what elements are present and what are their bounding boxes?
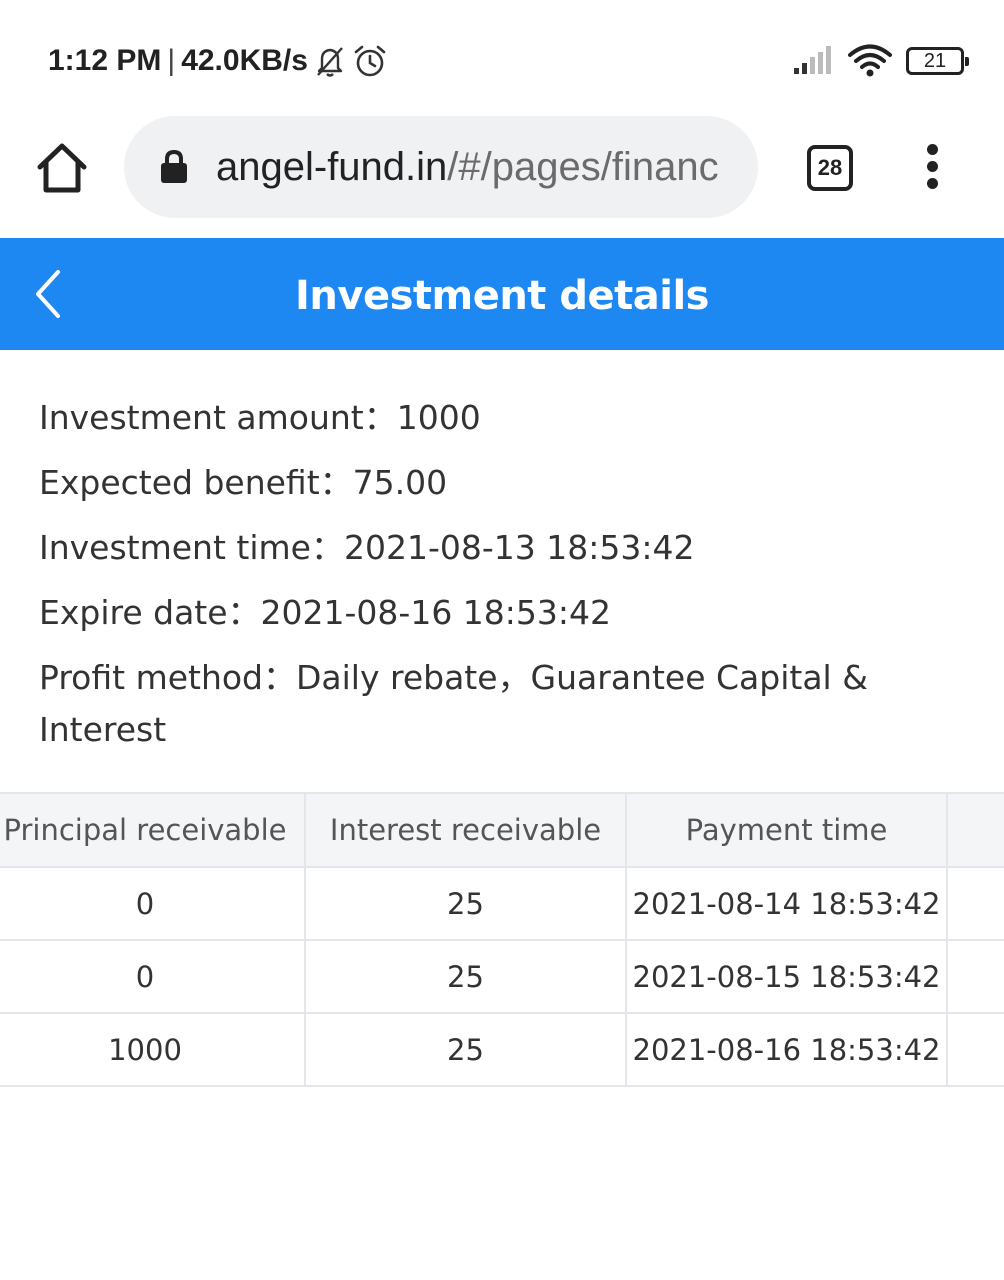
- status-bar: 1:12 PM | 42.0KB/s 21: [0, 0, 1004, 110]
- cell-payment-time: 2021-08-16 18:53:42: [625, 1012, 948, 1087]
- table-row: 0 25 2021-08-14 18:53:42: [0, 866, 1004, 941]
- investment-amount: Investment amount：1000: [39, 398, 481, 437]
- cell-extra: [946, 866, 1004, 941]
- cell-principal: 0: [0, 939, 306, 1014]
- cell-principal: 1000: [0, 1012, 306, 1087]
- cell-interest: 25: [304, 866, 627, 941]
- app-header: Investment details: [0, 238, 1004, 350]
- investment-time: Investment time：2021-08-13 18:53:42: [39, 528, 695, 567]
- address-bar[interactable]: angel-fund.in/#/pages/financ: [124, 116, 758, 218]
- cell-payment-time: 2021-08-14 18:53:42: [625, 866, 948, 941]
- table-row: 0 25 2021-08-15 18:53:42: [0, 939, 1004, 1014]
- profit-method: Profit method：Daily rebate，Guarantee Cap…: [39, 658, 868, 749]
- cell-principal: 0: [0, 866, 306, 941]
- table-header-row: Principal receivable Interest receivable…: [0, 792, 1004, 868]
- tab-switcher-button[interactable]: 28: [807, 145, 853, 191]
- network-speed: 42.0KB/s: [181, 44, 308, 77]
- cell-interest: 25: [304, 939, 627, 1014]
- payment-table: Principal receivable Interest receivable…: [0, 792, 1004, 1087]
- expire-date: Expire date：2021-08-16 18:53:42: [39, 593, 612, 632]
- cell-payment-time: 2021-08-15 18:53:42: [625, 939, 948, 1014]
- status-separator: |: [167, 44, 176, 77]
- back-arrow-icon[interactable]: [26, 264, 76, 324]
- payment-schedule-table[interactable]: Principal receivable Interest receivable…: [0, 792, 1004, 1087]
- header-payment-time: Payment time: [625, 792, 948, 868]
- status-right: 21: [794, 40, 969, 82]
- url-host: angel-fund.in: [216, 144, 448, 189]
- url-path: /#/pages/financ: [447, 144, 719, 189]
- header-extra: [946, 792, 1004, 868]
- signal-icon: [794, 46, 831, 74]
- page-title: Investment details: [295, 273, 709, 319]
- status-time: 1:12 PM: [48, 44, 162, 77]
- table-row: 1000 25 2021-08-16 18:53:42: [0, 1012, 1004, 1087]
- header-interest: Interest receivable: [304, 792, 627, 868]
- alarm-icon: [354, 45, 386, 77]
- status-left: 1:12 PM | 42.0KB/s: [48, 40, 388, 82]
- cell-interest: 25: [304, 1012, 627, 1087]
- lock-icon: [161, 150, 187, 183]
- battery-icon: 21: [906, 47, 969, 75]
- url-text[interactable]: angel-fund.in/#/pages/financ: [216, 145, 736, 190]
- cell-extra: [946, 939, 1004, 1014]
- header-principal: Principal receivable: [0, 792, 306, 868]
- home-icon[interactable]: [34, 140, 90, 196]
- investment-details: Investment amount：1000 Expected benefit：…: [39, 388, 959, 756]
- expected-benefit: Expected benefit：75.00: [39, 463, 448, 502]
- more-menu-icon[interactable]: [918, 144, 946, 192]
- browser-toolbar: angel-fund.in/#/pages/financ 28: [0, 110, 1004, 238]
- bell-off-icon: [317, 47, 343, 77]
- wifi-icon: [848, 44, 892, 77]
- cell-extra: [946, 1012, 1004, 1087]
